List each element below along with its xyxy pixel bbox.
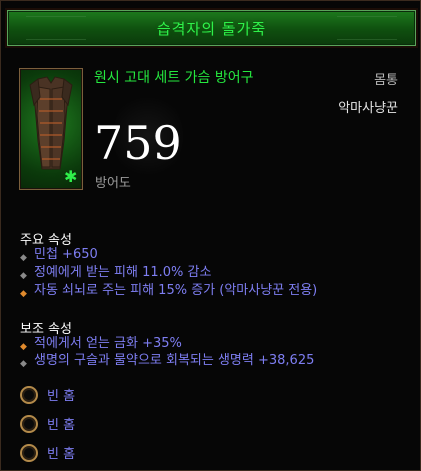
ornament-right — [337, 16, 397, 40]
item-title: 습격자의 돌가죽 — [156, 19, 267, 38]
stat-text: 자동 쇠뇌로 주는 피해 15% 증가 (악마사냥꾼 전용) — [34, 283, 318, 298]
secondary-stat: ◆ 생명의 구슬과 물약으로 회복되는 생명력 +38,625 — [20, 353, 314, 372]
ornament-left — [26, 16, 86, 40]
set-item-icon: ✱ — [64, 167, 78, 186]
primary-stat: ◆ 민첩 +650 — [20, 247, 98, 266]
primary-stat: ◆ 정예에게 받는 피해 11.0% 감소 — [20, 265, 211, 284]
stat-text: 생명의 구슬과 물약으로 회복되는 생명력 +38,625 — [34, 353, 315, 368]
socket-icon — [20, 385, 38, 404]
socket-label: 빈 홈 — [47, 447, 76, 462]
secondary-attributes-title: 보조 속성 — [20, 322, 72, 337]
item-slot: 몸통 — [374, 73, 398, 88]
item-title-bar: 습격자의 돌가죽 — [7, 10, 416, 46]
item-class: 악마사냥꾼 — [338, 101, 398, 116]
stat-text: 민첩 +650 — [34, 247, 98, 262]
stat-text: 적에게서 얻는 금화 +35% — [34, 336, 182, 351]
empty-socket: 빈 홈 — [20, 414, 75, 433]
primary-attributes-title: 주요 속성 — [20, 233, 72, 248]
diamond-bullet-icon: ◆ — [20, 253, 27, 263]
socket-icon — [20, 414, 38, 433]
armor-value: 759 — [94, 116, 182, 170]
socket-label: 빈 홈 — [47, 389, 76, 404]
socket-label: 빈 홈 — [47, 418, 76, 433]
stat-text: 정예에게 받는 피해 11.0% 감소 — [34, 265, 212, 280]
armor-label: 방어도 — [95, 176, 131, 191]
legendary-bullet-icon: ◆ — [20, 289, 27, 299]
item-type-name: 원시 고대 세트 가슴 방어구 — [94, 70, 254, 86]
diamond-bullet-icon: ◆ — [20, 271, 27, 281]
empty-socket: 빈 홈 — [20, 385, 75, 404]
socket-icon — [20, 443, 38, 462]
diamond-bullet-icon: ◆ — [20, 359, 27, 369]
empty-socket: 빈 홈 — [20, 443, 75, 462]
item-tooltip: 습격자의 돌가죽 ✱ 원시 고대 세트 가슴 방어구 몸통 악마사냥꾼 759 … — [0, 0, 421, 471]
primary-stat: ◆ 자동 쇠뇌로 주는 피해 15% 증가 (악마사냥꾼 전용) — [20, 283, 317, 302]
